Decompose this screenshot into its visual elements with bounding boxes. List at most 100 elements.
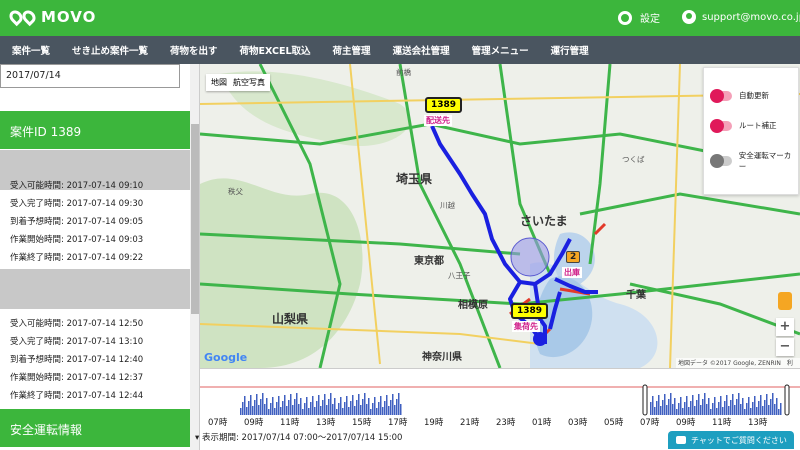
activity-bar — [270, 403, 272, 415]
activity-bar — [712, 403, 714, 415]
route-correction-toggle[interactable]: ルート補正 — [710, 118, 777, 133]
map-type-satellite[interactable]: 航空写真 — [233, 77, 265, 88]
activity-bar — [708, 398, 710, 415]
destination-marker[interactable]: 1389 — [425, 97, 463, 113]
menu-case-list[interactable]: 案件一覧 — [12, 43, 50, 57]
menu-excel-import[interactable]: 荷物EXCEL取込 — [240, 43, 311, 57]
activity-bar — [704, 393, 706, 415]
activity-bar — [728, 406, 730, 415]
activity-bar — [752, 402, 754, 415]
timeline-tick-label: 09時 — [244, 418, 264, 428]
safety-driving-header[interactable]: 安全運転情報 — [0, 409, 190, 447]
activity-bar — [762, 406, 764, 415]
eta-time: 到着予想時間: 2017-07-14 09:05 — [10, 217, 144, 227]
menu-operation-management[interactable]: 運行管理 — [551, 43, 589, 57]
user-menu[interactable]: support@movo.co.jp — [682, 10, 800, 24]
activity-bar — [308, 408, 310, 415]
activity-bar — [328, 399, 330, 415]
sidebar-scroll-thumb[interactable] — [191, 124, 199, 314]
activity-bar — [294, 399, 296, 415]
stop-header-2[interactable] — [0, 269, 190, 309]
activity-bar — [654, 407, 656, 415]
app-logo[interactable]: MOVO — [6, 7, 96, 27]
activity-bar — [310, 402, 312, 415]
activity-bar — [340, 397, 342, 415]
menu-shipper-management[interactable]: 荷主管理 — [333, 43, 371, 57]
place-label: 東京都 — [414, 256, 444, 267]
accept-start-time: 受入可能時間: 2017-07-14 12:50 — [10, 319, 144, 329]
activity-bar — [342, 408, 344, 415]
date-input[interactable]: 2017/07/14 — [0, 64, 180, 88]
activity-bar — [732, 394, 734, 415]
activity-bar — [338, 403, 340, 415]
activity-bar — [692, 395, 694, 415]
activity-bar — [690, 401, 692, 415]
accept-end-time: 受入完了時間: 2017-07-14 13:10 — [10, 337, 144, 347]
logo-pin-icon — [6, 7, 39, 27]
activity-bar — [334, 398, 336, 415]
toggle-switch[interactable] — [710, 88, 732, 103]
activity-bar — [698, 394, 700, 415]
activity-bar — [278, 396, 280, 415]
chat-button[interactable]: チャットでご質問ください — [668, 431, 794, 449]
timeline-tick-label: 15時 — [352, 418, 372, 428]
toggle-switch[interactable] — [710, 118, 732, 133]
activity-bar — [660, 406, 662, 415]
place-label: 前橋 — [396, 68, 411, 77]
activity-timeline[interactable] — [200, 368, 800, 416]
pickup-marker[interactable]: 1389 — [511, 303, 549, 319]
route-map[interactable]: 地図 航空写真 前橋 秩父 埼玉県 川越 さいたま 東京都 八王子 相模原 山梨… — [200, 64, 800, 368]
activity-bar — [382, 407, 384, 415]
activity-bar — [320, 406, 322, 415]
activity-bar — [288, 400, 290, 415]
sidebar-scrollbar[interactable] — [190, 64, 199, 450]
activity-bar — [262, 393, 264, 415]
menu-ship-cargo[interactable]: 荷物を出す — [170, 43, 218, 57]
activity-bar — [674, 398, 676, 415]
activity-bar — [272, 397, 274, 415]
activity-bar — [312, 396, 314, 415]
activity-bar — [670, 393, 672, 415]
zoom-out-button[interactable]: − — [776, 338, 794, 356]
settings-link[interactable]: 設定 — [618, 10, 660, 25]
activity-bar — [400, 404, 402, 415]
stop-times-1: 受入可能時間: 2017-07-14 09:10 受入完了時間: 2017-07… — [10, 178, 143, 268]
accept-start-time: 受入可能時間: 2017-07-14 09:10 — [10, 181, 144, 191]
activity-bar — [750, 408, 752, 415]
activity-bar — [688, 407, 690, 415]
activity-bar — [254, 400, 256, 415]
menu-blocked-case-list[interactable]: せき止め案件一覧 — [72, 43, 148, 57]
case-sidebar: 2017/07/14 案件ID 1389 受入可能時間: 2017-07-14 … — [0, 64, 200, 450]
activity-bar — [776, 398, 778, 415]
activity-bar — [280, 407, 282, 415]
activity-bar — [656, 401, 658, 415]
activity-bar — [780, 403, 782, 415]
menu-admin[interactable]: 管理メニュー — [472, 43, 529, 57]
display-period[interactable]: ▾ 表示期間: 2017/07/14 07:00〜2017/07/14 15:0… — [195, 431, 402, 443]
activity-bar — [314, 407, 316, 415]
activity-bar — [760, 395, 762, 415]
place-label: つくば — [622, 155, 645, 164]
activity-bar — [286, 406, 288, 415]
timeline-tick-label: 11時 — [712, 418, 732, 428]
zoom-in-button[interactable]: + — [776, 318, 794, 336]
activity-bar — [304, 403, 306, 415]
activity-bar — [686, 396, 688, 415]
activity-bar — [664, 394, 666, 415]
street-view-pegman-icon[interactable] — [778, 292, 792, 310]
toggle-switch[interactable] — [710, 154, 732, 168]
google-logo: Google — [204, 351, 248, 364]
activity-bar — [246, 407, 248, 415]
activity-bar — [372, 403, 374, 415]
menu-carrier-management[interactable]: 運送会社管理 — [393, 43, 450, 57]
activity-bar — [746, 403, 748, 415]
depot-badge[interactable]: 2 — [566, 251, 581, 263]
activity-bar — [700, 405, 702, 415]
safety-marker-toggle[interactable]: 安全運転マーカー — [710, 150, 798, 172]
map-type-toggle: 地図 航空写真 — [206, 74, 270, 91]
activity-bar — [742, 398, 744, 415]
activity-bar — [364, 393, 366, 415]
activity-bar — [380, 396, 382, 415]
map-type-map[interactable]: 地図 — [211, 77, 227, 88]
auto-update-toggle[interactable]: 自動更新 — [710, 88, 769, 103]
